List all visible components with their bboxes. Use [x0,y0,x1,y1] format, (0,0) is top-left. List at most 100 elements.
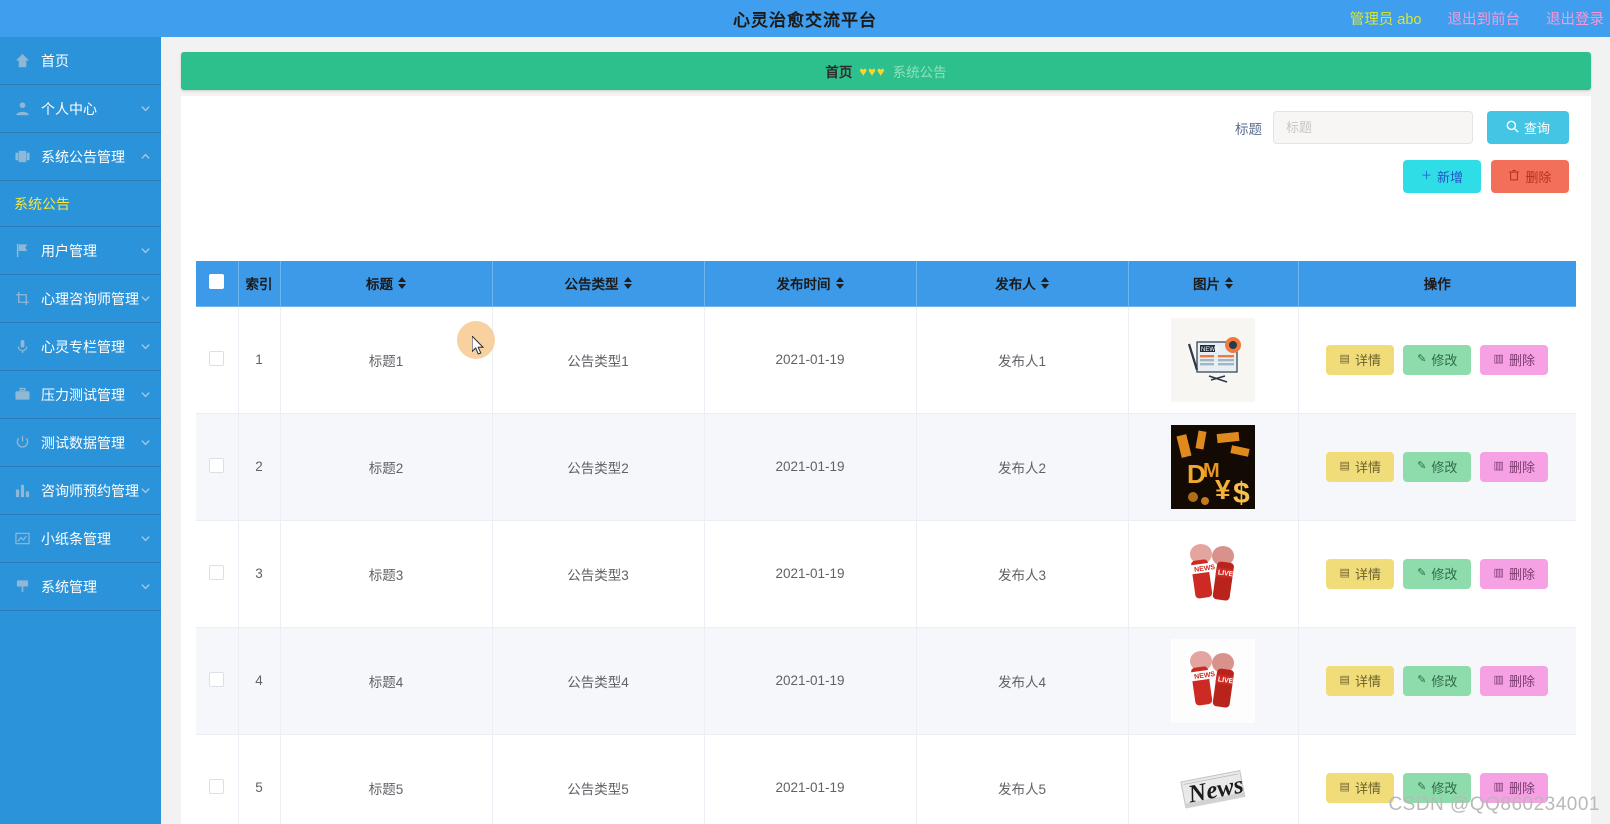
user-icon [13,100,31,118]
detail-button[interactable]: ▤ 详情 [1326,772,1395,803]
breadcrumb-current: 系统公告 [892,65,947,80]
sidebar-item-stress-test-management[interactable]: 压力测试管理 [0,371,161,419]
table-header-title[interactable]: 标题 [280,261,493,307]
breadcrumb-home-link[interactable]: 首页 [825,61,852,81]
sidebar-item-test-data-management[interactable]: 测试数据管理 [0,419,161,467]
home-icon [13,52,31,70]
row-delete-button[interactable]: ▥ 删除 [1480,665,1549,696]
table-header-label: 标题 [366,277,393,293]
detail-button[interactable]: ▤ 详情 [1326,344,1395,375]
table-row[interactable]: 3 标题3 公告类型3 2021-01-19 发布人3 NEWS LIVE ▤ … [196,520,1576,628]
content-panel: 标题 查询 ＋ 新增 [181,96,1591,824]
row-select-cell[interactable] [196,520,239,628]
trash-icon: ▥ [1493,567,1504,579]
edit-button-label: 修改 [1431,674,1458,689]
cell-publish-time: 2021-01-19 [704,520,917,628]
edit-button[interactable]: ✎ 修改 [1403,558,1472,589]
sidebar-item-personal-center[interactable]: 个人中心 [0,85,161,133]
sidebar-item-note-management[interactable]: 小纸条管理 [0,515,161,563]
sidebar-item-home[interactable]: 首页 [0,37,161,85]
row-delete-button[interactable]: ▥ 删除 [1480,344,1549,375]
sort-icon[interactable] [1040,277,1049,290]
cell-type: 公告类型4 [492,627,705,735]
query-button[interactable]: 查询 [1487,111,1569,144]
edit-button[interactable]: ✎ 修改 [1403,451,1472,482]
table-row[interactable]: 5 标题5 公告类型5 2021-01-19 发布人5 News ▤ 详情 ✎ … [196,734,1576,824]
cell-image[interactable]: NEWS LIVE [1128,520,1299,628]
table-header-image[interactable]: 图片 [1128,261,1299,307]
chevron-down-icon [139,103,151,115]
delete-button-label: 删除 [1525,170,1552,185]
heart-separator-icon: ♥♥♥ [859,63,886,79]
announcement-thumbnail[interactable]: NEWS [1171,317,1255,402]
sort-icon[interactable] [623,277,632,290]
table-header-publisher[interactable]: 发布人 [916,261,1129,307]
sidebar-item-system-management[interactable]: 系统管理 [0,563,161,611]
row-checkbox[interactable] [209,457,225,473]
tools-icon [13,578,31,596]
sidebar-item-counselor-management[interactable]: 心理咨询师管理 [0,275,161,323]
cell-publisher: 发布人5 [916,734,1129,824]
cell-image[interactable]: NEWS [1128,306,1299,414]
pencil-icon: ✎ [1417,567,1427,579]
announcement-thumbnail[interactable]: NEWS LIVE [1171,638,1255,723]
add-button[interactable]: ＋ 新增 [1403,160,1481,193]
table-row[interactable]: 2 标题2 公告类型2 2021-01-19 发布人2 D M ¥ $ ▤ 详情… [196,413,1576,521]
sort-icon[interactable] [398,277,406,290]
sidebar-item-appointment-management[interactable]: 咨询师预约管理 [0,467,161,515]
sidebar-item-user-management[interactable]: 用户管理 [0,227,161,275]
table-header-publish-time[interactable]: 发布时间 [704,261,917,307]
edit-button[interactable]: ✎ 修改 [1403,665,1472,696]
announcement-thumbnail[interactable]: D M ¥ $ [1171,424,1255,509]
trash-icon: ▥ [1493,460,1504,472]
edit-button[interactable]: ✎ 修改 [1403,344,1472,375]
cell-type: 公告类型5 [492,734,705,824]
table-header-type[interactable]: 公告类型 [492,261,705,307]
row-select-cell[interactable] [196,734,239,824]
sort-icon[interactable] [835,277,844,290]
row-select-cell[interactable] [196,627,239,735]
row-checkbox[interactable] [209,564,225,580]
sidebar-item-label: 个人中心 [41,100,97,117]
search-input[interactable] [1273,111,1473,144]
select-all-checkbox[interactable] [209,274,225,290]
detail-button[interactable]: ▤ 详情 [1326,558,1395,589]
sort-icon[interactable] [1225,277,1233,290]
logout-link[interactable]: 退出登录 [1546,8,1604,29]
row-delete-button[interactable]: ▥ 删除 [1480,451,1549,482]
delete-button[interactable]: 删除 [1491,160,1569,193]
row-select-cell[interactable] [196,413,239,521]
detail-button[interactable]: ▤ 详情 [1326,665,1395,696]
detail-button[interactable]: ▤ 详情 [1326,451,1395,482]
table-header-label: 操作 [1423,277,1451,293]
sidebar-subitem-system-announcement[interactable]: 系统公告 [0,181,161,227]
table-row[interactable]: 4 标题4 公告类型4 2021-01-19 发布人4 NEWS LIVE ▤ … [196,627,1576,735]
cell-image[interactable]: News [1128,734,1299,824]
trash-icon: ▥ [1493,781,1504,793]
row-checkbox[interactable] [209,350,225,366]
cell-image[interactable]: D M ¥ $ [1128,413,1299,521]
query-button-label: 查询 [1523,121,1550,136]
row-checkbox[interactable] [209,671,225,687]
exit-to-frontend-link[interactable]: 退出到前台 [1448,8,1521,29]
announcement-thumbnail[interactable]: NEWS LIVE [1171,532,1255,616]
sidebar-item-label: 心灵专栏管理 [41,338,125,355]
announcement-table: 索引 标题 公告类型 发布时间 发布人 图片 操作 1 标题1 公告类型1 20… [196,261,1576,824]
announcement-thumbnail[interactable]: News [1171,746,1255,824]
svg-text:NEWS: NEWS [1201,347,1219,353]
sidebar-item-announcement-management[interactable]: 系统公告管理 [0,133,161,181]
cell-image[interactable]: NEWS LIVE [1128,627,1299,735]
table-header-select-all[interactable] [196,261,239,307]
sidebar-item-label: 系统管理 [41,578,97,595]
sidebar-item-column-management[interactable]: 心灵专栏管理 [0,323,161,371]
row-delete-button[interactable]: ▥ 删除 [1480,558,1549,589]
document-icon: ▤ [1339,674,1350,686]
cell-publisher: 发布人1 [916,306,1129,414]
row-checkbox[interactable] [209,778,225,794]
row-select-cell[interactable] [196,306,239,414]
row-delete-button-label: 删除 [1508,460,1535,475]
table-row[interactable]: 1 标题1 公告类型1 2021-01-19 发布人1 NEWS ▤ 详情 ✎ … [196,306,1576,414]
table-header-actions: 操作 [1298,261,1576,307]
table-header-label: 索引 [245,277,273,293]
cell-actions: ▤ 详情 ✎ 修改 ▥ 删除 [1298,306,1576,414]
